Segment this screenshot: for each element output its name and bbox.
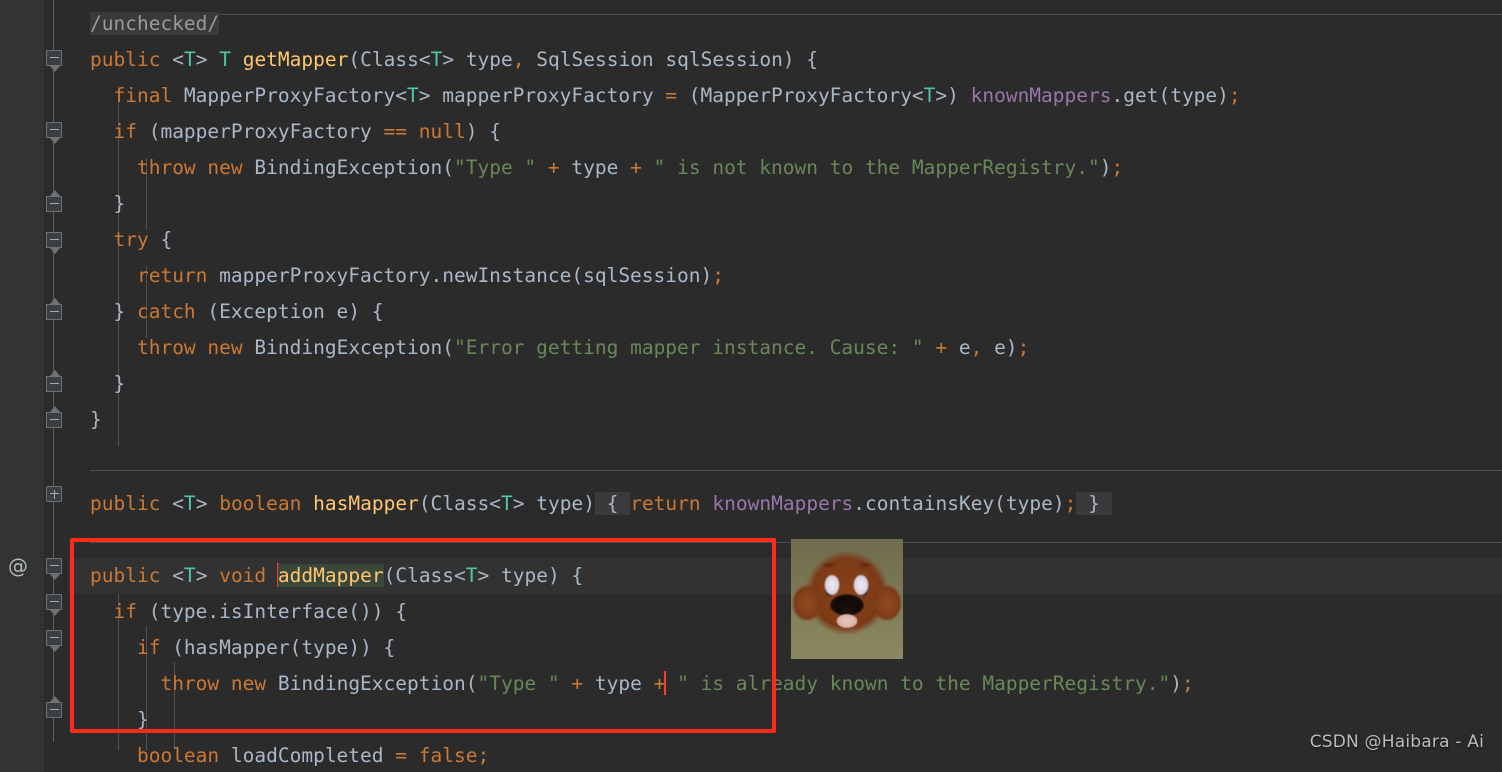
code-line[interactable]: throw new BindingException("Type " + typ… [68, 150, 1502, 186]
code-line[interactable]: return mapperProxyFactory.newInstance(sq… [68, 258, 1502, 294]
fold-marker-if-interface[interactable] [46, 594, 62, 616]
fold-marker-addmapper-method[interactable] [46, 558, 62, 580]
fold-marker-end-try[interactable] [46, 298, 62, 320]
code-line-caret[interactable]: public <T> void addMapper(Class<T> type)… [68, 558, 1502, 594]
code-line[interactable]: } [68, 186, 1502, 222]
fold-marker-end-catch[interactable] [46, 370, 62, 392]
override-method-icon[interactable]: @ [8, 556, 28, 576]
code-line[interactable]: throw new BindingException("Type " + typ… [68, 666, 1502, 702]
code-line[interactable]: /unchecked/ [68, 6, 1502, 42]
code-line[interactable]: public <T> T getMapper(Class<T> type, Sq… [68, 42, 1502, 78]
code-line[interactable]: public <T> boolean hasMapper(Class<T> ty… [68, 486, 1502, 522]
watermark: CSDN @Haibara - Ai [1309, 732, 1484, 752]
code-line[interactable]: boolean loadCompleted = false; [68, 738, 1502, 772]
fold-marker-collapsed-method[interactable] [46, 486, 62, 502]
fold-marker-collapsed-comment[interactable] [46, 50, 62, 72]
jerry-meme-thumbnail [791, 539, 903, 659]
code-line[interactable]: } [68, 702, 1502, 738]
folded-body-placeholder-end[interactable]: } [1076, 492, 1112, 515]
code-line[interactable]: } [68, 402, 1502, 438]
fold-marker-expanded-method[interactable] [46, 122, 62, 144]
code-line[interactable]: } catch (Exception e) { [68, 294, 1502, 330]
folded-body-placeholder[interactable]: { [594, 492, 631, 515]
secondary-caret [664, 671, 667, 695]
folded-comment-placeholder[interactable]: /unchecked/ [90, 12, 220, 35]
code-line[interactable]: if (mapperProxyFactory == null) { [68, 114, 1502, 150]
fold-marker-expanded-try[interactable] [46, 232, 62, 254]
code-line[interactable]: if (type.isInterface()) { [68, 594, 1502, 630]
code-line[interactable]: } [68, 366, 1502, 402]
code-line[interactable]: try { [68, 222, 1502, 258]
fold-marker-end-if-hasmapper[interactable] [46, 696, 62, 718]
code-line[interactable]: if (hasMapper(type)) { [68, 630, 1502, 666]
fold-marker-if-hasmapper[interactable] [46, 630, 62, 652]
fold-marker-end-method[interactable] [46, 406, 62, 428]
code-line[interactable]: final MapperProxyFactory<T> mapperProxyF… [68, 78, 1502, 114]
code-line[interactable]: throw new BindingException("Error gettin… [68, 330, 1502, 366]
method-separator [90, 470, 1502, 471]
fold-marker-end-if[interactable] [46, 190, 62, 212]
highlighted-identifier[interactable]: addMapper [277, 564, 384, 587]
code-editor-area[interactable]: /unchecked/ public <T> T getMapper(Class… [68, 0, 1502, 772]
editor-window: @ /unchecked/ public <T> T getMapper(Cla… [0, 0, 1502, 772]
